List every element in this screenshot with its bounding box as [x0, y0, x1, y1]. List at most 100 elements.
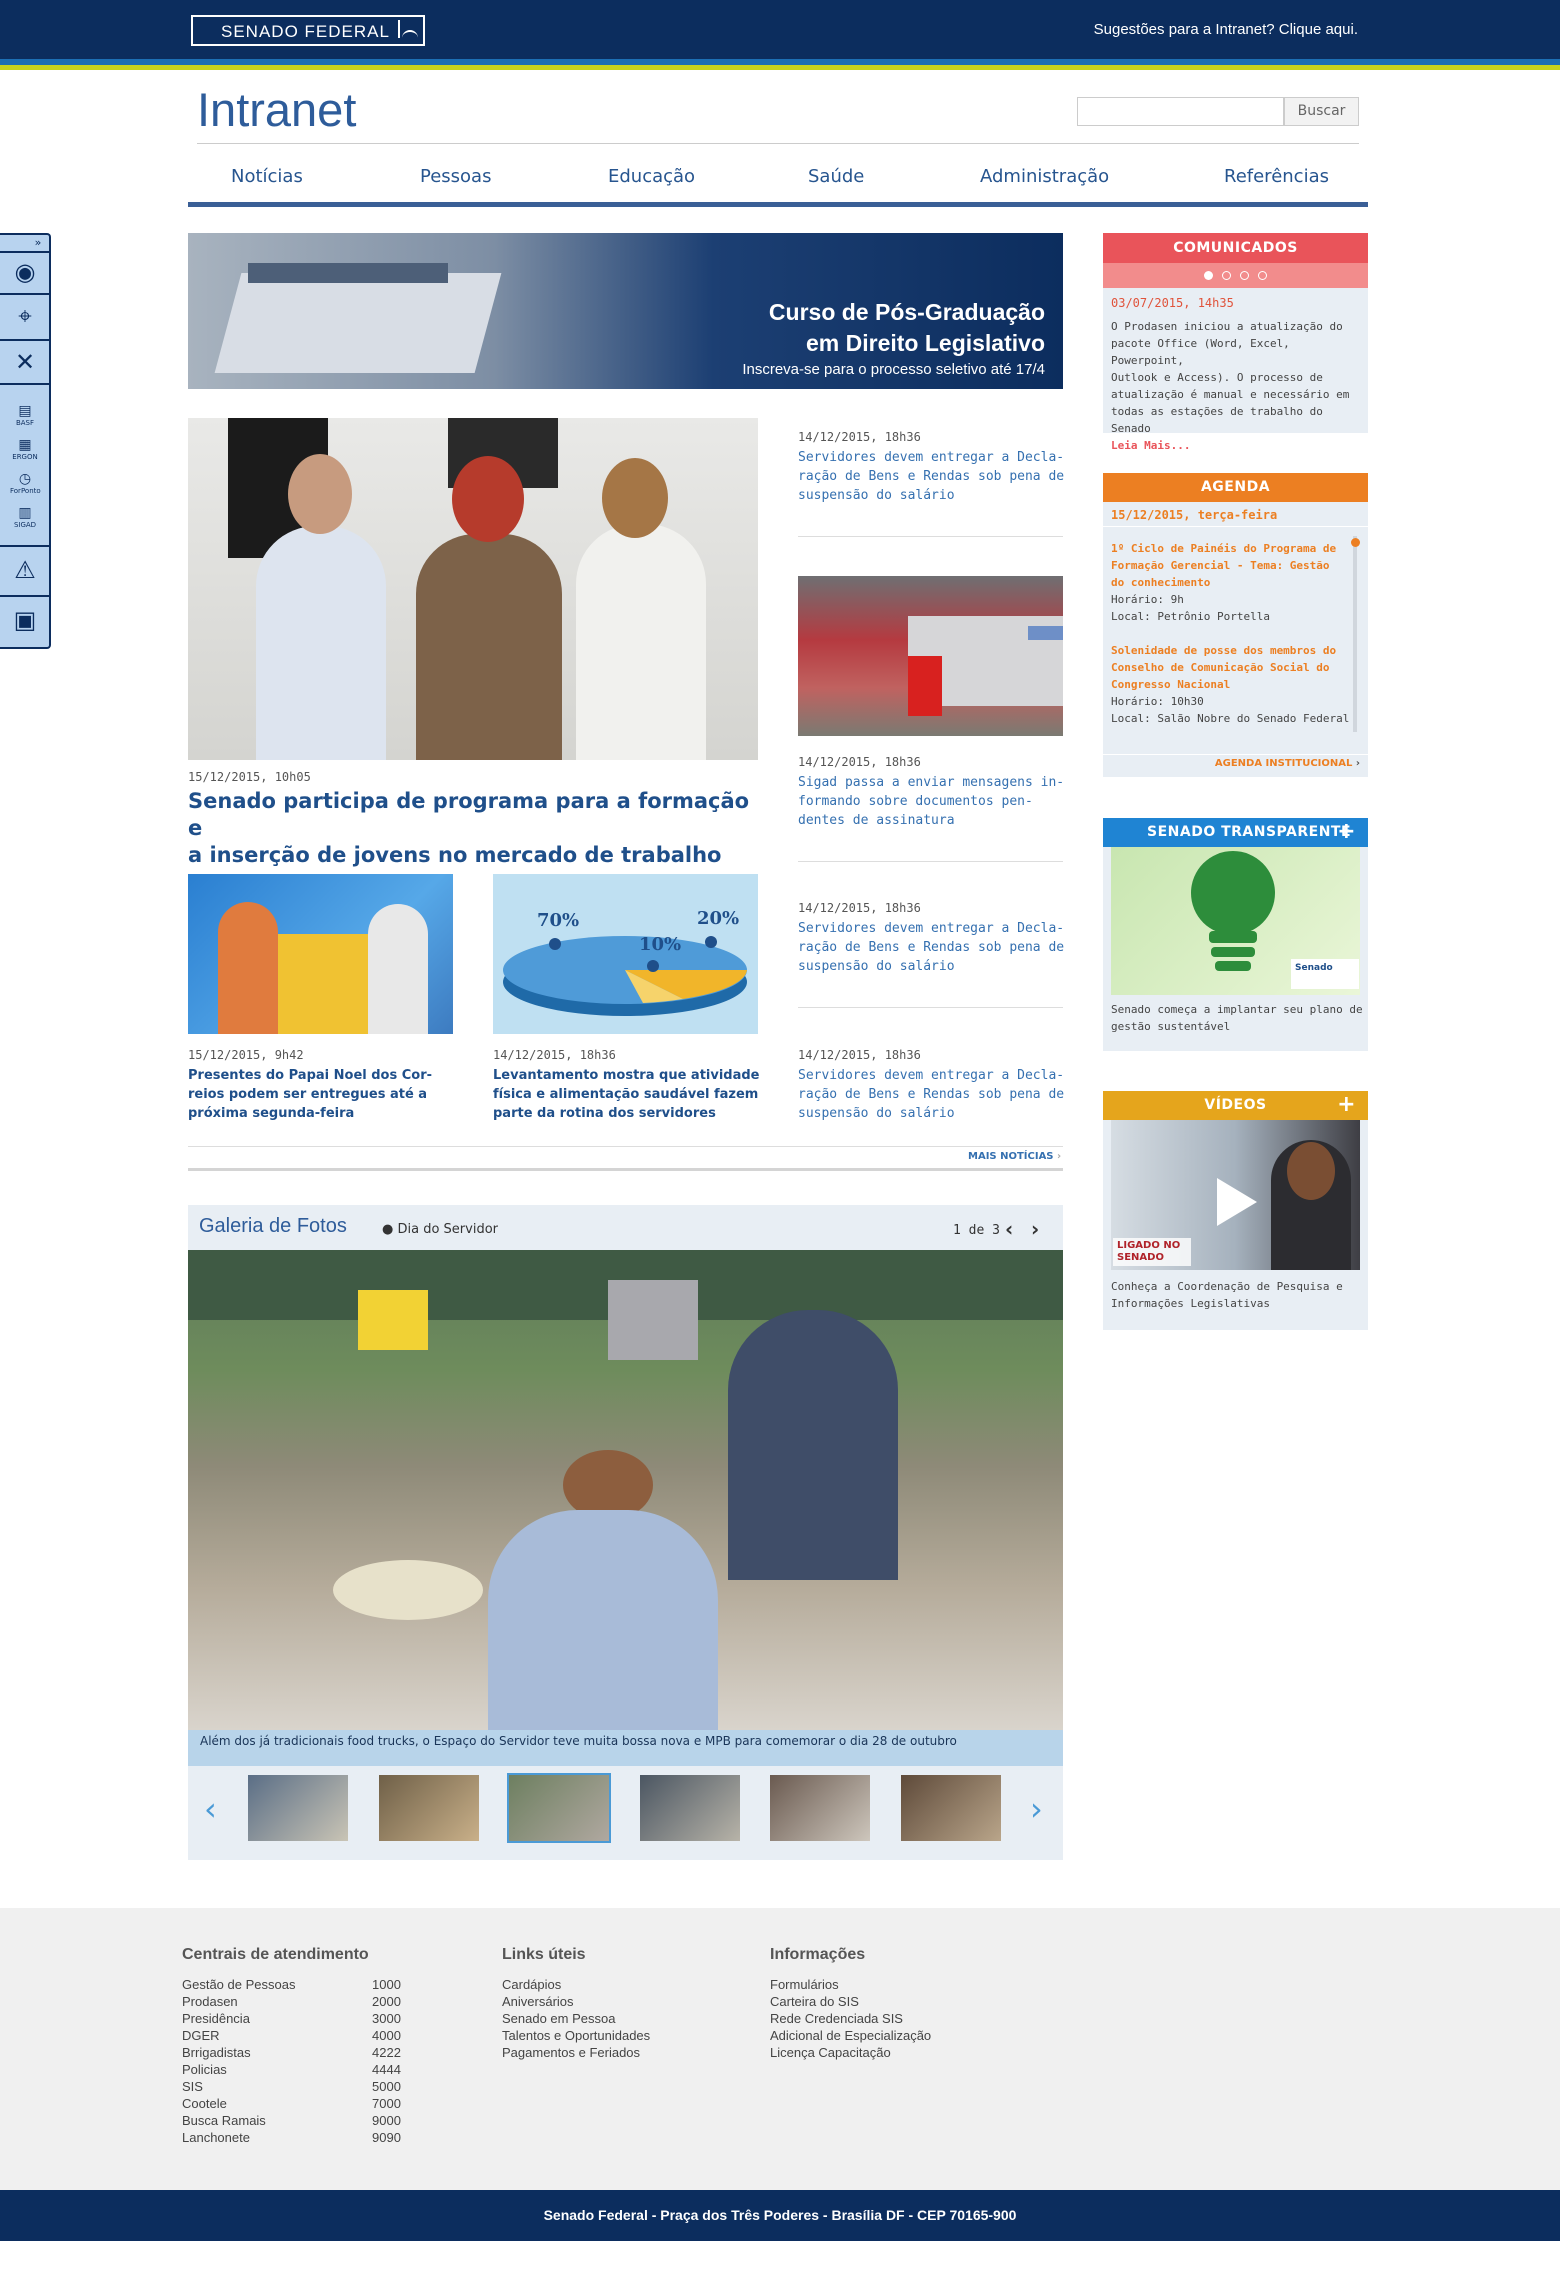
news-item[interactable]: Servidores devem entregar a Decla- ração…	[798, 1066, 1068, 1123]
senado-logo[interactable]: SENADO FEDERAL	[191, 15, 425, 46]
agenda-scroll-thumb[interactable]	[1351, 538, 1360, 547]
news-line: Servidores devem entregar a Decla-	[798, 1068, 1065, 1083]
chat-pin-icon[interactable]: ◉	[8, 255, 42, 289]
agenda-scrollbar[interactable]	[1353, 536, 1357, 732]
phone-row[interactable]: Gestão de Pessoas 1000	[182, 1976, 422, 1993]
nav-educacao[interactable]: Educação	[608, 166, 695, 187]
featured-photo[interactable]	[188, 418, 758, 760]
gallery-thumbnail[interactable]	[248, 1775, 348, 1841]
expand-icon[interactable]: »	[30, 235, 46, 251]
videos-header[interactable]: VÍDEOS +	[1103, 1091, 1368, 1120]
news-item[interactable]: Presentes do Papai Noel dos Cor- reios p…	[188, 1066, 468, 1123]
thumbs-next-icon[interactable]: ›	[1030, 1790, 1043, 1828]
transparente-header[interactable]: SENADO TRANSPARENTE +	[1103, 818, 1368, 847]
search-input[interactable]	[1077, 97, 1284, 126]
pager-dot[interactable]	[1240, 271, 1250, 280]
phone-row[interactable]: Cootele 7000	[182, 2095, 422, 2112]
phone-label: Brrigadistas	[182, 2045, 251, 2060]
gallery-next-icon[interactable]: ›	[1031, 1217, 1039, 1241]
sigad-photo[interactable]	[798, 576, 1063, 736]
news-item[interactable]: Servidores devem entregar a Decla- ração…	[798, 919, 1068, 976]
footer-link[interactable]: Formulários	[770, 1976, 931, 1993]
phone-row[interactable]: Busca Ramais 9000	[182, 2112, 422, 2129]
agenda-event-title: Solenidade de posse dos membros do	[1111, 644, 1337, 657]
nav-noticias[interactable]: Notícias	[231, 166, 303, 187]
gallery-thumbnail[interactable]	[379, 1775, 479, 1841]
sigad-shortcut[interactable]: ▥ SIGAD	[10, 505, 40, 530]
play-icon[interactable]	[1217, 1178, 1257, 1226]
featured-headline[interactable]: Senado participa de programa para a form…	[188, 788, 768, 869]
phone-row[interactable]: Brrigadistas 4222	[182, 2044, 422, 2061]
pager-dot-active[interactable]	[1203, 271, 1213, 280]
footer-link[interactable]: Adicional de Especialização	[770, 2027, 931, 2044]
nav-administracao[interactable]: Administração	[980, 166, 1109, 187]
gallery-thumbnail[interactable]	[770, 1775, 870, 1841]
gallery-thumbnail-active[interactable]	[507, 1773, 611, 1843]
agenda-institucional-link[interactable]: AGENDA INSTITUCIONAL ›	[1215, 758, 1360, 769]
news-line: formando sobre documentos pen-	[798, 794, 1033, 809]
gallery-thumbnail[interactable]	[640, 1775, 740, 1841]
footer-link[interactable]: Pagamentos e Feriados	[502, 2044, 650, 2061]
featured-date: 15/12/2015, 10h05	[188, 770, 311, 784]
phone-row[interactable]: Presidência 3000	[182, 2010, 422, 2027]
logo-line: LIGADO NO	[1117, 1240, 1181, 1251]
gallery-prev-icon[interactable]: ‹	[1005, 1217, 1013, 1241]
footer-link[interactable]: Talentos e Oportunidades	[502, 2027, 650, 2044]
document-search-icon[interactable]: ▣	[8, 603, 42, 637]
agenda-event[interactable]: Solenidade de posse dos membros do Conse…	[1111, 642, 1351, 727]
gallery-caption: Além dos já tradicionais food trucks, o …	[200, 1734, 957, 1748]
news-divider	[798, 536, 1063, 537]
footer-link[interactable]: Rede Credenciada SIS	[770, 2010, 931, 2027]
suggestion-link[interactable]: Sugestões para a Intranet? Clique aqui.	[1094, 21, 1358, 38]
phone-row[interactable]: Prodasen 2000	[182, 1993, 422, 2010]
lightbulb-graphic[interactable]: Senado	[1111, 847, 1360, 995]
thumbs-prev-icon[interactable]: ‹	[204, 1790, 217, 1828]
footer-link[interactable]: Cardápios	[502, 1976, 650, 1993]
plus-icon[interactable]: +	[1337, 1091, 1356, 1119]
phone-row[interactable]: SIS 5000	[182, 2078, 422, 2095]
more-news-link[interactable]: MAIS NOTÍCIAS ›	[968, 1151, 1061, 1162]
gallery-thumbnail[interactable]	[901, 1775, 1001, 1841]
phone-row[interactable]: DGER 4000	[182, 2027, 422, 2044]
pager-dot[interactable]	[1258, 271, 1268, 280]
read-more-link[interactable]: Leia Mais...	[1111, 437, 1366, 454]
footer-link[interactable]: Aniversários	[502, 1993, 650, 2010]
video-thumbnail[interactable]: LIGADO NO SENADO	[1111, 1120, 1360, 1270]
plus-icon[interactable]: +	[1337, 818, 1356, 846]
tools-icon[interactable]: ✕	[8, 345, 42, 379]
warning-icon[interactable]: ⚠	[8, 553, 42, 587]
news-item[interactable]: Servidores devem entregar a Decla- ração…	[798, 448, 1068, 505]
pager-dot[interactable]	[1221, 271, 1231, 280]
pin-icon	[549, 938, 561, 950]
course-banner[interactable]: Curso de Pós-Graduação em Direito Legisl…	[188, 233, 1063, 389]
pie-infographic[interactable]: 70% 10% 20%	[493, 874, 758, 1034]
nav-referencias[interactable]: Referências	[1224, 166, 1329, 187]
news-line: parte da rotina dos servidores	[493, 1106, 716, 1121]
ergon-shortcut[interactable]: ▦ ERGON	[10, 437, 40, 462]
phone-number: 4222	[372, 2045, 401, 2060]
nav-saude[interactable]: Saúde	[808, 166, 864, 187]
news-date: 14/12/2015, 18h36	[798, 755, 921, 769]
footer-link[interactable]: Carteira do SIS	[770, 1993, 931, 2010]
footer-link[interactable]: Licença Capacitação	[770, 2044, 931, 2061]
transparente-title: SENADO TRANSPARENTE	[1147, 824, 1352, 840]
news-item[interactable]: Levantamento mostra que atividade física…	[493, 1066, 778, 1123]
agenda-event[interactable]: 1º Ciclo de Painéis do Programa de Forma…	[1111, 540, 1351, 625]
senado-transparente-logo: Senado	[1291, 959, 1359, 989]
caption-line: Informações Legislativas	[1111, 1297, 1270, 1310]
search-button[interactable]: Buscar	[1284, 97, 1359, 126]
nav-pessoas[interactable]: Pessoas	[420, 166, 491, 187]
person-figure	[416, 534, 562, 760]
transparente-caption[interactable]: Senado começa a implantar seu plano de g…	[1111, 1001, 1366, 1035]
agenda-event-title: Conselho de Comunicação Social do	[1111, 661, 1330, 674]
phone-row[interactable]: Policias 4444	[182, 2061, 422, 2078]
gallery-main-photo[interactable]	[188, 1250, 1063, 1730]
basf-shortcut[interactable]: ▤ BASF	[10, 403, 40, 428]
forponto-shortcut[interactable]: ◷ ForPonto	[10, 471, 41, 496]
location-pin-icon[interactable]: ⌖	[8, 299, 42, 333]
phone-row[interactable]: Lanchonete 9090	[182, 2129, 422, 2146]
papai-noel-photo[interactable]	[188, 874, 453, 1034]
footer-link[interactable]: Senado em Pessoa	[502, 2010, 650, 2027]
news-item[interactable]: Sigad passa a enviar mensagens in- forma…	[798, 773, 1068, 830]
video-caption[interactable]: Conheça a Coordenação de Pesquisa e Info…	[1111, 1278, 1366, 1312]
